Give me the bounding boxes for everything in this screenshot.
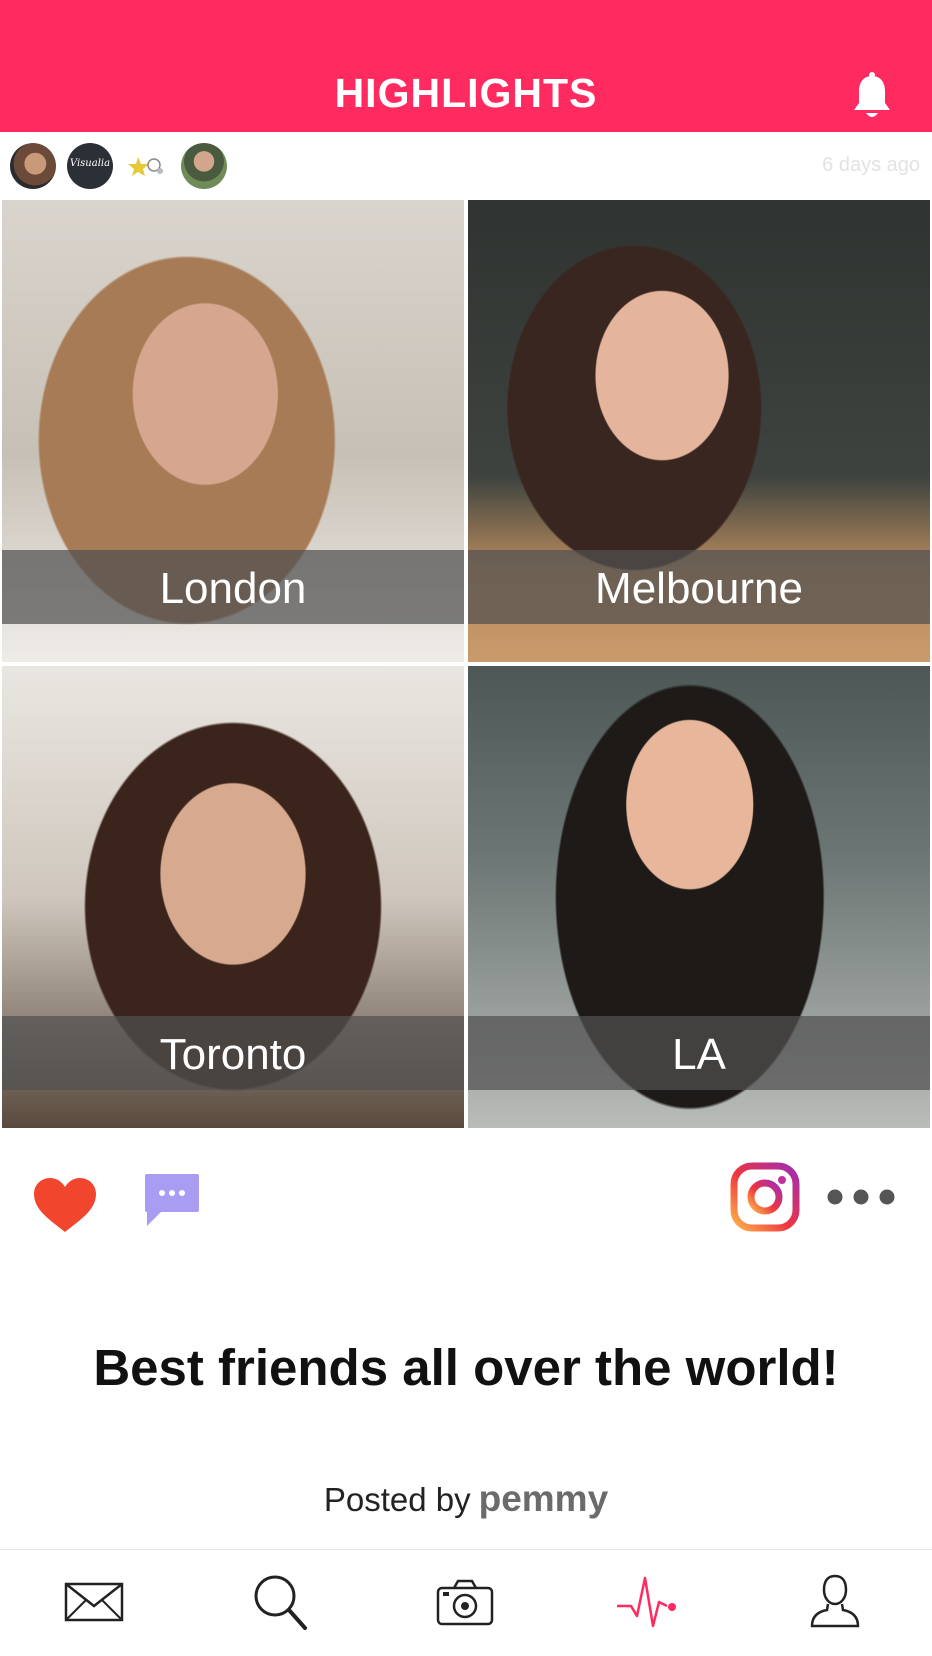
avatar[interactable] bbox=[181, 143, 227, 189]
tile-label: London bbox=[159, 564, 307, 613]
tab-activity[interactable] bbox=[615, 1570, 685, 1634]
photo-tile[interactable]: Melbourne bbox=[468, 200, 930, 662]
search-icon bbox=[254, 1575, 307, 1630]
avatar[interactable] bbox=[10, 143, 56, 189]
tile-label: Toronto bbox=[159, 1030, 307, 1079]
camera-icon bbox=[436, 1579, 494, 1626]
photo-tile[interactable]: London bbox=[2, 200, 464, 662]
comment-icon[interactable] bbox=[143, 1172, 201, 1228]
post-timestamp: 6 days ago bbox=[822, 154, 920, 176]
tile-label-bar: London bbox=[2, 550, 464, 624]
tile-label-bar: Toronto bbox=[2, 1016, 464, 1090]
bell-icon[interactable] bbox=[850, 72, 894, 122]
avatar-logo-text: Visualia bbox=[69, 158, 111, 169]
tile-label-bar: Melbourne bbox=[468, 550, 930, 624]
tab-camera[interactable] bbox=[430, 1570, 500, 1634]
photo-grid: London Melbourne Toronto LA bbox=[0, 200, 932, 1128]
tile-label: LA bbox=[672, 1030, 726, 1079]
heart-icon[interactable] bbox=[32, 1176, 98, 1234]
tab-profile[interactable] bbox=[800, 1570, 870, 1634]
avatar[interactable]: Visualia bbox=[67, 143, 113, 189]
photo-tile[interactable]: Toronto bbox=[2, 666, 464, 1128]
bottom-tab-bar bbox=[0, 1549, 932, 1656]
author-link[interactable]: pemmy bbox=[479, 1478, 609, 1519]
star-sticker-icon bbox=[128, 157, 163, 176]
more-icon[interactable] bbox=[826, 1188, 896, 1206]
post-participants: Visualia 6 days ago bbox=[0, 132, 932, 200]
page-title: HIGHLIGHTS bbox=[334, 70, 598, 116]
posted-by: Posted by pemmy bbox=[0, 1478, 932, 1520]
activity-icon bbox=[617, 1576, 676, 1628]
profile-icon bbox=[810, 1574, 860, 1628]
post-actions bbox=[0, 1128, 932, 1278]
posted-by-label: Posted by bbox=[323, 1481, 471, 1518]
post-caption: Best friends all over the world! bbox=[93, 1339, 839, 1396]
avatar[interactable] bbox=[124, 143, 170, 189]
app-header: HIGHLIGHTS bbox=[0, 0, 932, 132]
photo-tile[interactable]: LA bbox=[468, 666, 930, 1128]
instagram-icon[interactable] bbox=[730, 1162, 800, 1232]
tab-inbox[interactable] bbox=[60, 1570, 130, 1634]
tab-search[interactable] bbox=[245, 1570, 315, 1634]
tile-label: Melbourne bbox=[595, 564, 803, 613]
tile-label-bar: LA bbox=[468, 1016, 930, 1090]
inbox-icon bbox=[64, 1582, 124, 1622]
